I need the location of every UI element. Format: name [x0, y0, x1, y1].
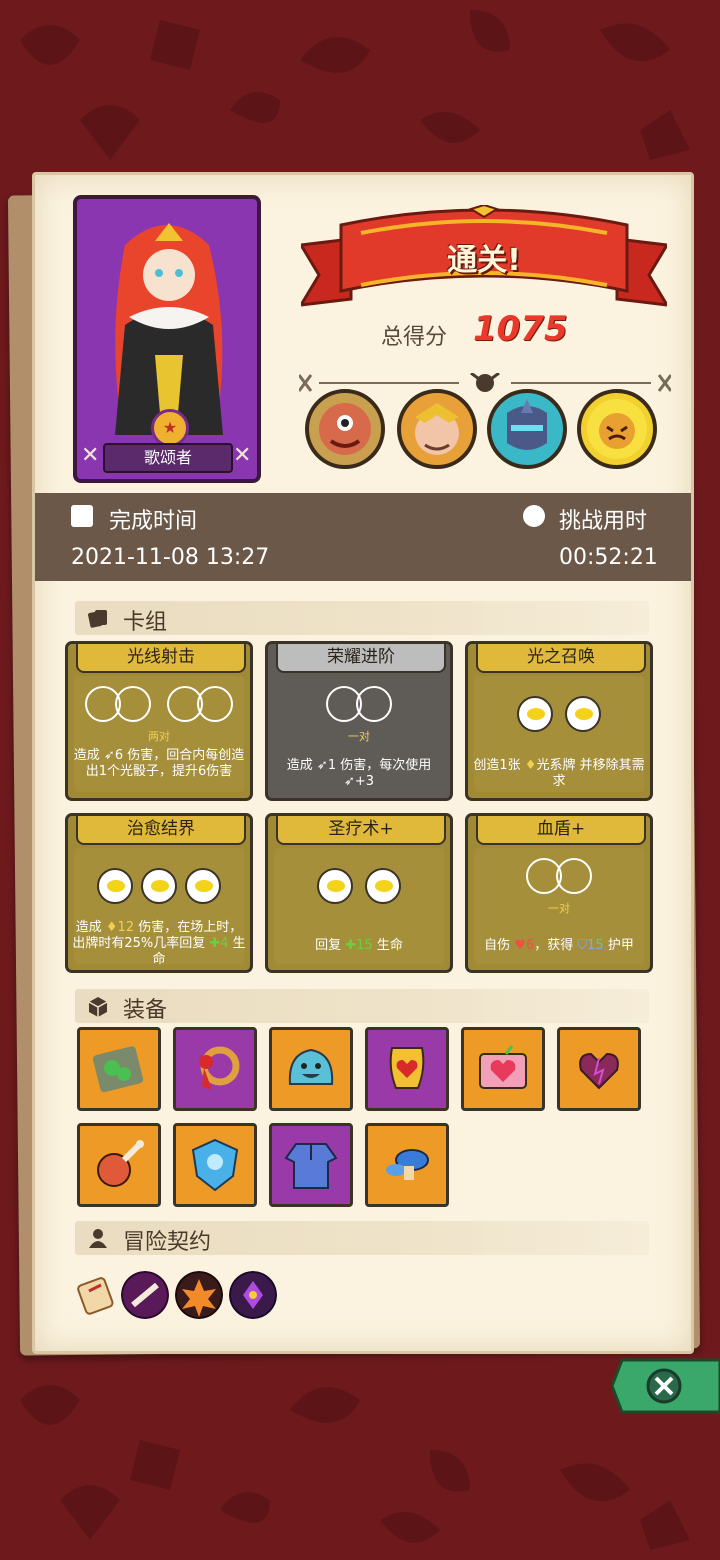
boss-warrior-icon[interactable]: [397, 389, 477, 469]
challenge-time-value: 00:52:21: [559, 545, 658, 570]
mushroom-icon: [386, 1149, 429, 1180]
dice-tag: 一对: [548, 902, 570, 915]
card-description: 自伤 ♥6，获得 ⛉15 护甲: [484, 938, 634, 953]
rank-medal-icon: ★: [151, 409, 189, 447]
ice-shield-icon: [191, 1138, 239, 1192]
card-name: 圣疗术+: [276, 816, 446, 845]
equip-ice-shield[interactable]: [173, 1123, 257, 1207]
close-button[interactable]: [612, 1354, 720, 1418]
equip-cursed-heart[interactable]: [557, 1027, 641, 1111]
card-description: 造成 ♦12 伤害，在场上时，出牌时有25%几率回复 ✚4 生命: [72, 920, 246, 967]
equip-meat-leg[interactable]: [77, 1123, 161, 1207]
boss-cyclops-icon[interactable]: [305, 389, 385, 469]
card-light-shot[interactable]: 光线射击 两对 造成 ➶6 伤害，回合内每创造出1个光骰子，提升6伤害: [65, 641, 253, 801]
light-die-icon: [565, 696, 602, 732]
dice-requirement: [68, 868, 250, 910]
card-blood-shield[interactable]: 血盾+ 一对 自伤 ♥6，获得 ⛉15 护甲: [465, 813, 653, 973]
equip-mushroom[interactable]: [365, 1123, 449, 1207]
card-healing-barrier[interactable]: 治愈结界 造成 ♦12 伤害，在场上时，出牌时有25%几率回复 ✚4 生命: [65, 813, 253, 973]
equipment-title: 装备: [123, 998, 168, 1023]
finish-time-label: 完成时间: [109, 509, 198, 534]
purple-crystal-icon[interactable]: [229, 1271, 277, 1319]
equipment-header: 装备: [75, 989, 649, 1023]
heart-shield-icon: [389, 1047, 425, 1089]
card-name: 光之召唤: [476, 644, 646, 673]
card-description: 创造1张 ♦光系牌 并移除其需求: [473, 758, 645, 789]
contract-title: 冒险契约: [123, 1230, 212, 1255]
blood-ring-icon: [199, 1046, 240, 1090]
light-die-icon: [365, 868, 402, 904]
bone-right-icon: ✕: [233, 443, 252, 468]
blue-tunic-icon: [284, 1143, 338, 1189]
dice-tag: 两对: [148, 730, 170, 743]
light-die-icon: [141, 868, 177, 904]
equip-moss-tablet[interactable]: [77, 1027, 161, 1111]
card-holy-heal[interactable]: 圣疗术+ 回复 ✚15 生命: [265, 813, 453, 973]
light-die-icon: [516, 696, 553, 732]
card-description: 回复 ✚15 生命: [315, 938, 403, 953]
defeated-bosses: [305, 389, 665, 479]
blue-slime-icon: [288, 1048, 334, 1085]
card-name: 治愈结界: [76, 816, 246, 845]
equip-blue-tunic[interactable]: [269, 1123, 353, 1207]
light-die-icon: [96, 868, 133, 904]
boss-sunflower-icon[interactable]: [577, 389, 657, 469]
dice-requirement: [68, 686, 250, 728]
equip-heart-shield[interactable]: [365, 1027, 449, 1111]
empty-die-icon: [356, 686, 392, 722]
result-panel: ★ ✕ ✕ 歌颂者 通关! 总得分 1075 完成时间 2021-11-08 1…: [32, 172, 694, 1354]
score-label: 总得分: [381, 325, 448, 350]
cursed-heart-icon: [579, 1052, 619, 1090]
dice-requirement: [468, 696, 650, 738]
dice-tag: 一对: [348, 730, 370, 743]
box-icon: [88, 997, 108, 1017]
dice-requirement: [268, 868, 450, 910]
moss-tablet-icon: [92, 1046, 144, 1093]
card-name: 血盾+: [476, 816, 646, 845]
score-value: 1075: [473, 309, 568, 349]
empty-die-icon: [556, 858, 592, 894]
clear-title: 通关!: [447, 243, 521, 278]
boss-knight-icon[interactable]: [487, 389, 567, 469]
challenge-time-label: 挑战用时: [559, 509, 648, 534]
card-light-summon[interactable]: 光之召唤 创造1张 ♦光系牌 并移除其需求: [465, 641, 653, 801]
cards-icon: [88, 610, 107, 628]
film-icon: [71, 505, 93, 527]
scroll-icon[interactable]: [71, 1271, 119, 1319]
hero-name: 歌颂者: [103, 443, 233, 473]
dice-requirement: [468, 858, 650, 900]
stats-band: 完成时间 2021-11-08 13:27 挑战用时 00:52:21: [35, 493, 691, 581]
score-row: 总得分 1075: [381, 309, 621, 357]
bone-icon[interactable]: [121, 1271, 169, 1319]
card-glory-advance[interactable]: 荣耀进阶 一对 造成 ➶1 伤害，每次使用 ➶+3: [265, 641, 453, 801]
equip-blue-slime[interactable]: [269, 1027, 353, 1111]
person-icon: [89, 1229, 107, 1248]
hero-portrait: [85, 205, 249, 441]
stopwatch-icon: [523, 505, 545, 527]
card-description: 造成 ➶6 伤害，回合内每创造出1个光骰子，提升6伤害: [73, 748, 245, 779]
empty-die-icon: [197, 686, 234, 722]
hero-card[interactable]: ★ ✕ ✕ 歌颂者: [73, 195, 261, 483]
empty-die-icon: [114, 686, 151, 722]
card-name: 光线射击: [76, 644, 246, 673]
light-die-icon: [185, 868, 222, 904]
deck-title: 卡组: [123, 610, 168, 635]
clear-banner: 通关!: [298, 203, 670, 315]
light-die-icon: [316, 868, 353, 904]
card-description: 造成 ➶1 伤害，每次使用 ➶+3: [286, 758, 432, 789]
deck-header: 卡组: [75, 601, 649, 635]
bone-left-icon: ✕: [81, 443, 100, 468]
flame-burst-icon[interactable]: [175, 1271, 223, 1319]
meat-leg-icon: [97, 1140, 144, 1187]
card-name: 荣耀进阶: [276, 644, 446, 673]
equip-heart-box[interactable]: [461, 1027, 545, 1111]
contract-header: 冒险契约: [75, 1221, 649, 1255]
equip-blood-ring[interactable]: [173, 1027, 257, 1111]
finish-time-value: 2021-11-08 13:27: [71, 545, 270, 570]
dice-requirement: [268, 686, 450, 728]
heart-box-icon: [479, 1045, 527, 1089]
